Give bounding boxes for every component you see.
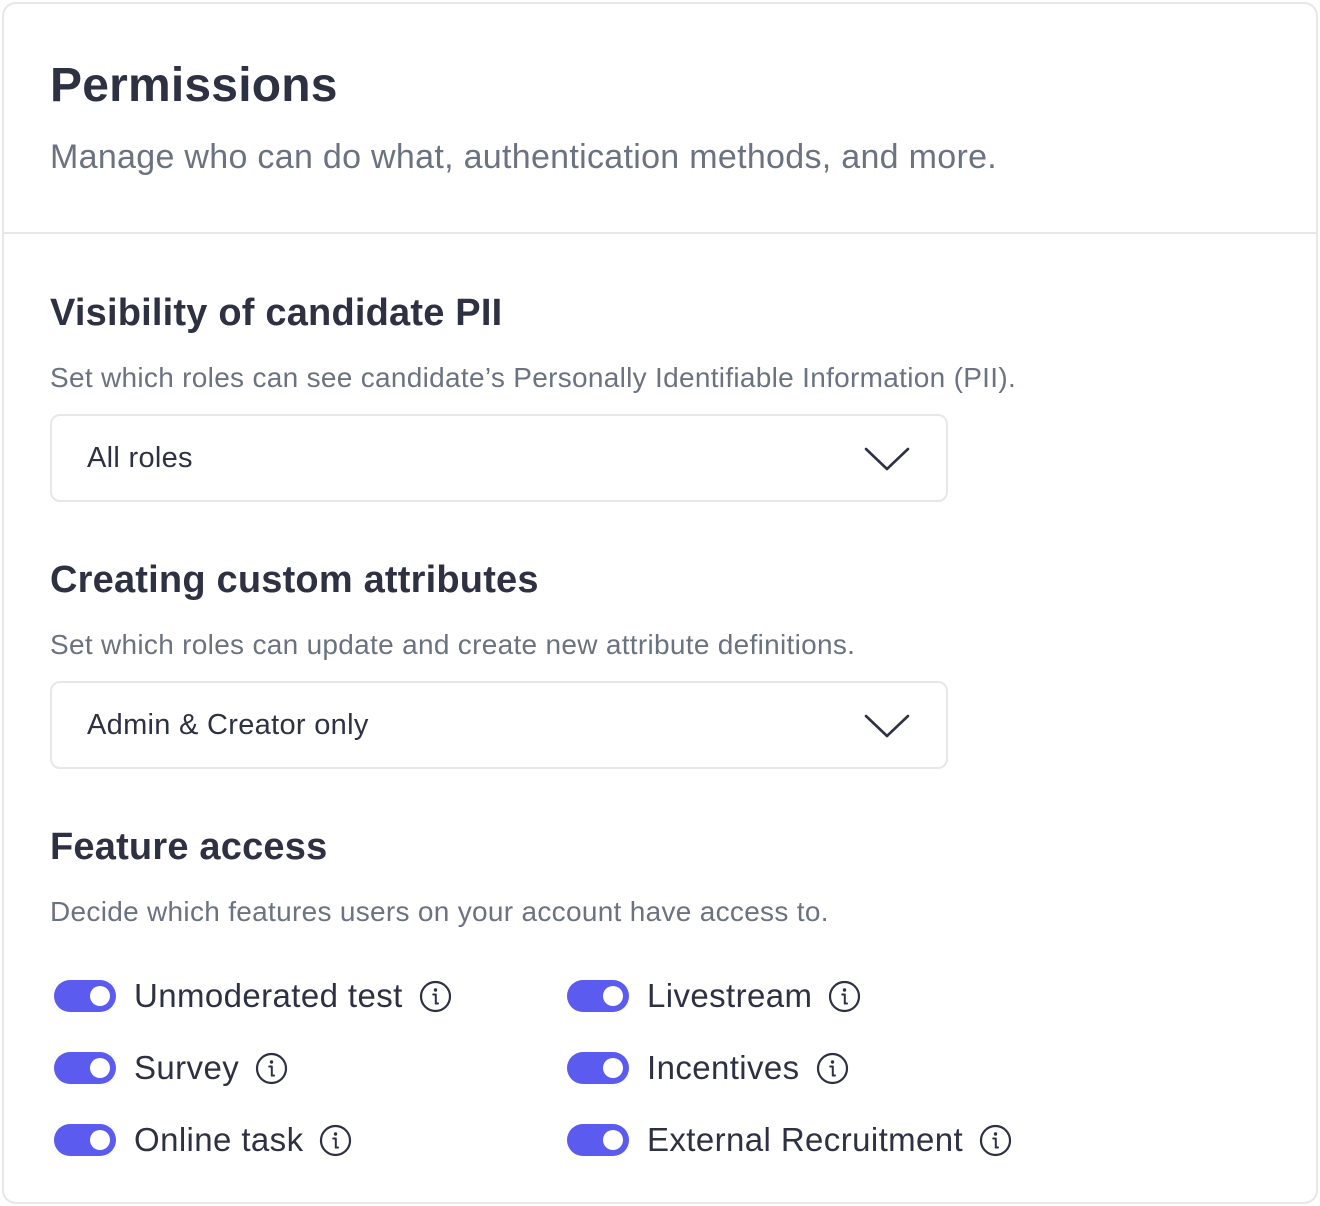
feature-label: Online task [134, 1121, 304, 1158]
feature-toggle-online-task[interactable]: Online task [54, 1120, 352, 1160]
feature-label: Incentives [647, 1049, 800, 1086]
pii-visibility-select[interactable]: All roles [50, 414, 948, 502]
feature-label: Unmoderated test [134, 977, 403, 1014]
section-description-pii-visibility: Set which roles can see candidate’s Pers… [50, 362, 1017, 393]
toggle-knob [603, 1130, 623, 1150]
toggle-knob [90, 1130, 110, 1150]
section-title-feature-access: Feature access [50, 826, 328, 868]
feature-label: Livestream [647, 977, 813, 1014]
section-title-custom-attributes: Creating custom attributes [50, 559, 539, 601]
toggle-knob [603, 1058, 623, 1078]
chevron-down-icon [864, 714, 910, 738]
info-icon[interactable] [828, 980, 861, 1013]
page-subtitle: Manage who can do what, authentication m… [50, 138, 998, 176]
toggle-switch[interactable] [567, 1124, 629, 1156]
feature-label: Survey [134, 1049, 240, 1086]
pii-visibility-select-value: All roles [87, 442, 193, 474]
feature-toggle-incentives[interactable]: Incentives [567, 1048, 849, 1088]
permissions-card: Permissions Manage who can do what, auth… [2, 2, 1318, 1204]
chevron-down-icon [864, 447, 910, 471]
info-icon[interactable] [255, 1052, 288, 1085]
info-icon[interactable] [816, 1052, 849, 1085]
info-icon[interactable] [319, 1124, 352, 1157]
info-icon[interactable] [979, 1124, 1012, 1157]
toggle-switch[interactable] [567, 1052, 629, 1084]
toggle-switch[interactable] [567, 980, 629, 1012]
feature-label: External Recruitment [647, 1121, 964, 1158]
toggle-knob [90, 986, 110, 1006]
toggle-knob [603, 986, 623, 1006]
feature-toggle-livestream[interactable]: Livestream [567, 976, 861, 1016]
toggle-switch[interactable] [54, 980, 116, 1012]
section-title-pii-visibility: Visibility of candidate PII [50, 292, 503, 334]
section-description-feature-access: Decide which features users on your acco… [50, 896, 829, 927]
page-title: Permissions [50, 59, 338, 112]
toggle-switch[interactable] [54, 1052, 116, 1084]
custom-attributes-select-value: Admin & Creator only [87, 709, 369, 741]
feature-toggle-external-recruitment[interactable]: External Recruitment [567, 1120, 1012, 1160]
custom-attributes-select[interactable]: Admin & Creator only [50, 681, 948, 769]
toggle-switch[interactable] [54, 1124, 116, 1156]
feature-toggle-survey[interactable]: Survey [54, 1048, 288, 1088]
permissions-header: Permissions Manage who can do what, auth… [4, 4, 1316, 234]
toggle-knob [90, 1058, 110, 1078]
info-icon[interactable] [419, 980, 452, 1013]
feature-toggle-unmoderated-test[interactable]: Unmoderated test [54, 976, 452, 1016]
section-description-custom-attributes: Set which roles can update and create ne… [50, 629, 856, 660]
